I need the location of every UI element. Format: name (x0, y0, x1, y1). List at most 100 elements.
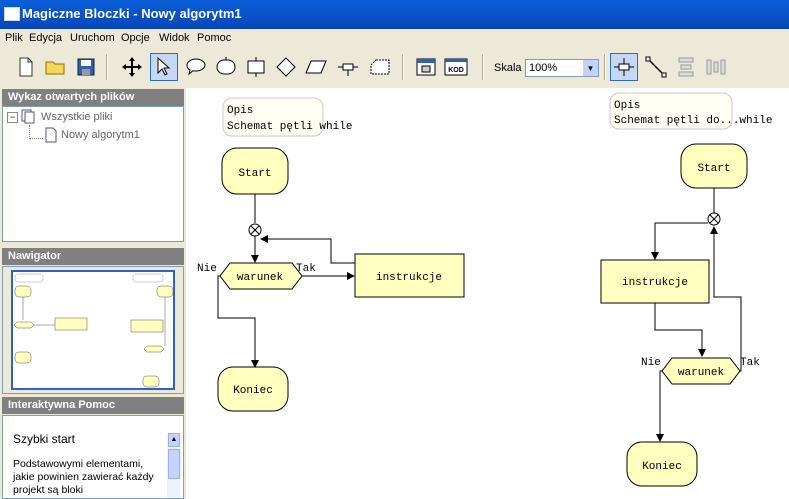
loop-back-arrow (710, 226, 742, 372)
help-panel-header: Interaktywna Pomoc (2, 397, 184, 414)
left-desc-line1: Opis (227, 105, 253, 117)
right-merge-point[interactable] (707, 212, 721, 226)
new-file-button[interactable] (12, 53, 40, 81)
line-connection-button[interactable] (642, 53, 670, 81)
left-condition-label: warunek (237, 272, 284, 284)
right-description-block[interactable]: Opis Schemat pętli do...while (609, 92, 772, 130)
code-icon: KOD (444, 58, 468, 76)
align-horizontal-icon (706, 59, 726, 75)
left-decision-block[interactable]: warunek (219, 262, 303, 290)
toolbar-separator (402, 54, 404, 80)
toolbar-separator (106, 54, 108, 80)
help-panel: Szybki start Podstawowymi elementami, ja… (2, 415, 184, 499)
tree-connector (29, 138, 43, 139)
snap-connector-icon (614, 58, 634, 76)
menu-pomoc[interactable]: Pomoc (197, 32, 231, 44)
navigator-panel-header: Nawigator (2, 248, 184, 265)
menu-uruchom[interactable]: Uruchom (70, 32, 115, 44)
toolbar-separator (604, 54, 606, 80)
files-stack-icon (21, 109, 35, 124)
menu-widok[interactable]: Widok (159, 32, 190, 44)
align-vertical-button[interactable] (672, 53, 700, 81)
flowchart-svg: Opis Schemat pętli while Start warunek N… (197, 92, 772, 487)
diagram-canvas[interactable]: Opis Schemat pętli while Start warunek N… (186, 88, 789, 499)
left-desc-line2: Schemat pętli while (227, 121, 352, 133)
navigator-viewport[interactable] (11, 270, 175, 390)
window-block-icon (416, 58, 436, 76)
code-button[interactable]: KOD (442, 53, 470, 81)
diagonal-line-icon (645, 56, 667, 78)
select-tool-button[interactable] (150, 53, 178, 81)
left-diagram: Opis Schemat pętli while Start warunek N… (197, 97, 465, 412)
process-block-icon (247, 57, 265, 77)
right-decision-block[interactable]: warunek (661, 357, 741, 385)
save-icon (77, 58, 95, 76)
parallelogram-icon (305, 60, 327, 74)
align-horizontal-button[interactable] (702, 53, 730, 81)
rounded-block-icon (216, 57, 236, 75)
loop-back-arrow (260, 235, 355, 264)
collapse-toggle[interactable]: − (7, 112, 18, 123)
connector-arrow (654, 303, 706, 357)
connector-icon (338, 63, 358, 76)
tree-child-label[interactable]: Nowy algorytm1 (61, 129, 140, 141)
sidebar: Wykaz otwartych plików − Wszystkie pliki… (0, 88, 186, 499)
decision-block-button[interactable] (272, 53, 300, 81)
connector-arrow (651, 222, 708, 260)
save-button[interactable] (72, 53, 100, 81)
files-panel: − Wszystkie pliki Nowy algorytm1 (2, 106, 184, 242)
right-desc-line2: Schemat pętli do...while (614, 115, 772, 127)
left-yes-label: Tak (296, 263, 316, 275)
menu-opcje[interactable]: Opcje (121, 32, 150, 44)
zoom-label: Skala (494, 62, 522, 74)
right-no-label: Nie (641, 357, 661, 369)
move-arrows-icon (122, 57, 142, 77)
no-branch-arrow (656, 370, 664, 442)
left-description-block[interactable]: Opis Schemat pętli while (222, 97, 352, 137)
menu-edycja[interactable]: Edycja (29, 32, 62, 44)
zoom-value: 100% (529, 62, 558, 74)
comment-block-button[interactable] (182, 53, 210, 81)
right-diagram: Opis Schemat pętli do...while Start inst… (600, 92, 772, 487)
left-no-label: Nie (197, 263, 217, 275)
left-instructions-block[interactable]: instrukcje (354, 253, 465, 298)
right-start-block[interactable]: Start (680, 143, 748, 189)
right-instructions-block[interactable]: instrukcje (600, 259, 710, 304)
right-yes-label: Tak (740, 357, 760, 369)
dropdown-arrow-icon[interactable]: ▼ (583, 60, 598, 76)
subroutine-block-button[interactable] (366, 53, 394, 81)
left-end-block[interactable]: Koniec (217, 366, 289, 412)
toolbar-separator (482, 54, 484, 80)
right-desc-line1: Opis (614, 100, 640, 112)
right-end-block[interactable]: Koniec (626, 441, 698, 487)
pointer-icon (157, 57, 171, 76)
move-tool-button[interactable] (118, 53, 146, 81)
zoom-select[interactable]: 100% ▼ (525, 59, 599, 77)
title-bar: Magiczne Bloczki - Nowy algorytm1 (0, 0, 789, 29)
io-block-button[interactable] (302, 53, 330, 81)
speech-bubble-icon (186, 58, 206, 76)
code-label: KOD (448, 67, 464, 74)
scroll-up-icon[interactable]: ▲ (168, 433, 180, 447)
start-end-block-button[interactable] (212, 53, 240, 81)
help-scrollbar[interactable]: ▲ (167, 433, 181, 498)
snap-connector-button[interactable] (610, 53, 638, 81)
diamond-icon (276, 57, 296, 77)
view-block-button[interactable] (412, 53, 440, 81)
left-merge-point[interactable] (248, 223, 262, 237)
right-end-label: Koniec (642, 461, 682, 473)
tree-root-label[interactable]: Wszystkie pliki (41, 111, 113, 123)
scroll-thumb[interactable] (168, 449, 180, 479)
process-block-button[interactable] (242, 53, 270, 81)
menu-plik[interactable]: Plik (5, 32, 23, 44)
open-folder-icon (45, 61, 65, 75)
right-start-label: Start (697, 163, 730, 175)
left-start-block[interactable]: Start (221, 147, 289, 195)
cut-corner-block-icon (370, 59, 390, 75)
left-instructions-label: instrukcje (376, 272, 442, 284)
connector-block-button[interactable] (334, 53, 362, 81)
tree-connector (29, 125, 30, 139)
left-start-label: Start (238, 168, 271, 180)
open-file-button[interactable] (42, 53, 70, 81)
navigator-panel (2, 266, 184, 394)
